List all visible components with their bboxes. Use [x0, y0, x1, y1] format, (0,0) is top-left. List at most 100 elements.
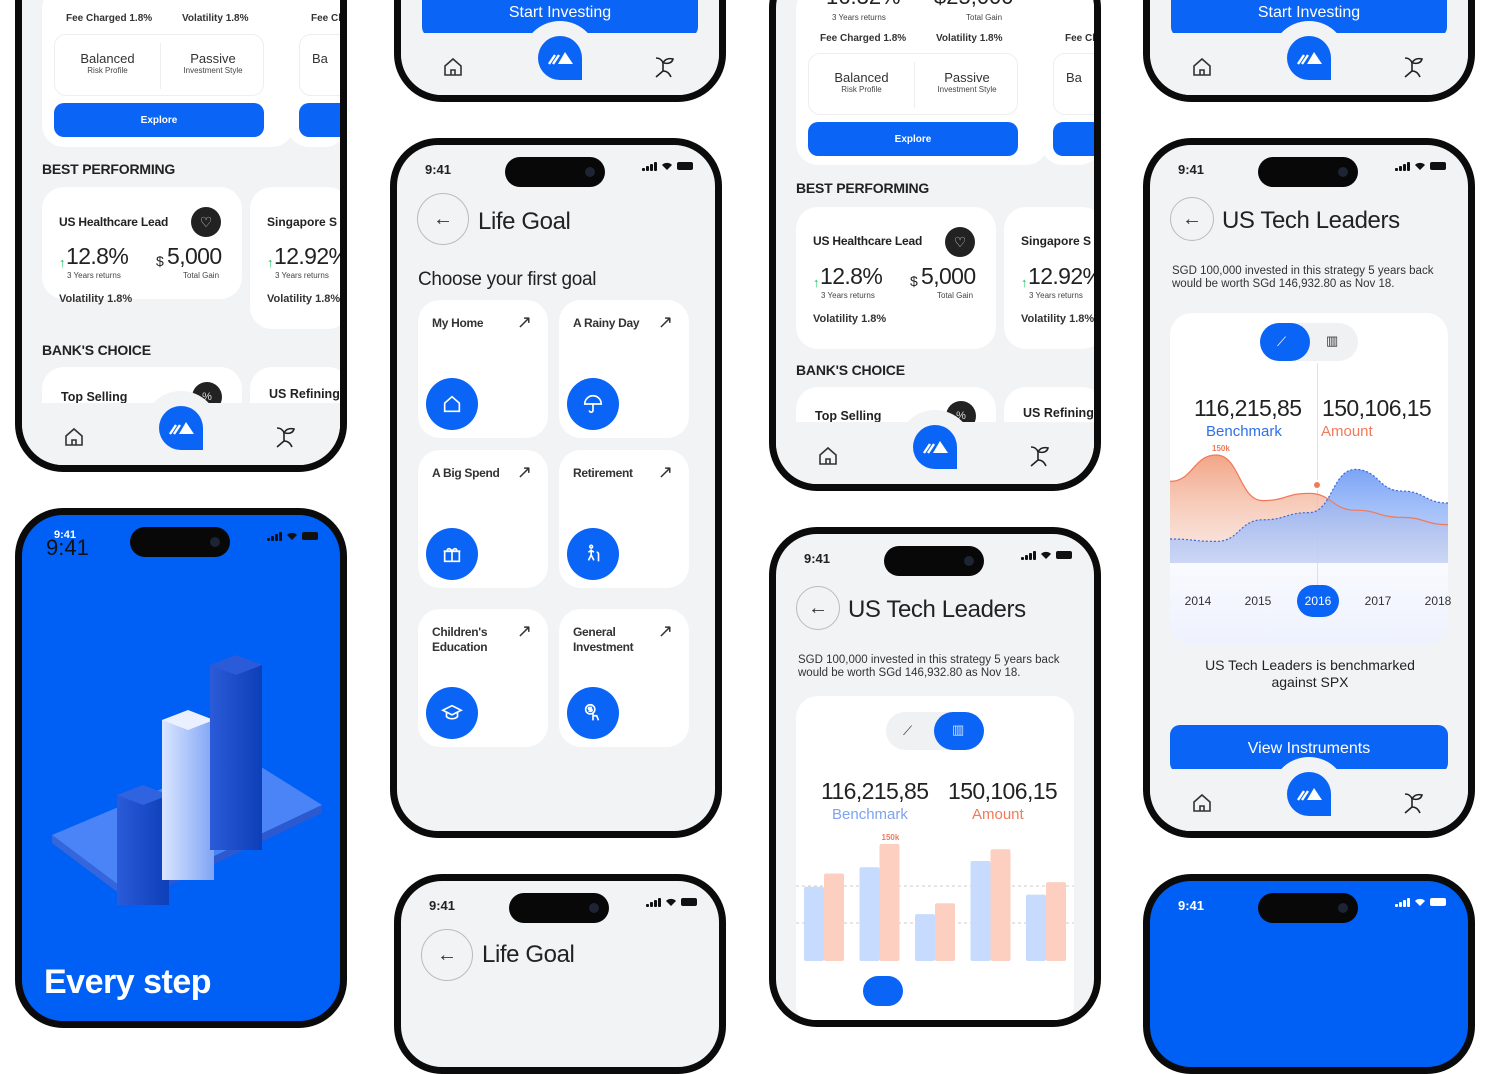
profile-box: Balanced Risk Profile Passive Investment…: [808, 53, 1018, 115]
selected-point[interactable]: [1312, 480, 1322, 490]
chart-type-toggle[interactable]: ⟋ ▥: [886, 712, 984, 750]
home-icon[interactable]: [441, 55, 465, 79]
status-bar: 9:41 9:41: [22, 515, 340, 561]
gift-icon: [426, 528, 478, 580]
status-bar: 9:41: [1150, 881, 1468, 927]
home-icon[interactable]: [62, 425, 86, 449]
plant-icon[interactable]: [651, 53, 679, 81]
bar-benchmark-2014[interactable]: [804, 886, 824, 961]
explore-button-next[interactable]: [1053, 122, 1094, 156]
selected-year-pill[interactable]: [863, 976, 903, 1006]
back-button[interactable]: ←: [796, 586, 840, 630]
returns-label: 3 Years returns: [67, 271, 121, 280]
phone-start-investing-1: Start Investing: [394, 0, 726, 102]
chart-type-toggle[interactable]: ⟋ ▥: [1260, 323, 1358, 361]
bar-amount-2018[interactable]: [1046, 882, 1066, 961]
peak-label: 150k: [882, 833, 900, 842]
goal-card-retirement[interactable]: Retirement ↗: [559, 450, 689, 588]
heart-icon[interactable]: ♡: [191, 207, 221, 237]
goal-card-rainy-day[interactable]: A Rainy Day ↗: [559, 300, 689, 438]
bar-chart-icon[interactable]: ▥: [952, 722, 964, 738]
plant-icon[interactable]: [1400, 53, 1428, 81]
dynamic-island: [1258, 893, 1358, 923]
line-chart-icon[interactable]: ⟋: [903, 723, 912, 739]
up-arrow-icon: ↑: [1021, 275, 1028, 290]
volatility: Volatility 1.8%: [936, 33, 1003, 44]
dynamic-island: [505, 157, 605, 187]
dynamic-island: [509, 893, 609, 923]
mountain-logo-icon[interactable]: [1286, 771, 1332, 817]
fund-card[interactable]: US Healthcare Lead ♡ ↑ 12.8% 3 Years ret…: [796, 207, 996, 349]
amount-label: Amount: [972, 806, 1024, 823]
signal-icon: [646, 897, 661, 907]
explore-button-next[interactable]: [299, 103, 340, 137]
fund-card-next[interactable]: Singapore S ↑ 12.92% 3 Years returns Vol…: [1004, 207, 1094, 349]
home-icon[interactable]: [1190, 55, 1214, 79]
home-icon[interactable]: [816, 444, 840, 468]
dynamic-island: [884, 546, 984, 576]
plant-icon[interactable]: [1026, 442, 1054, 470]
goal-card-general-investment[interactable]: General Investment ↗: [559, 609, 689, 747]
fund-card[interactable]: US Healthcare Lead ♡ ↑ 12.8% 3 Years ret…: [42, 187, 242, 305]
year-2014[interactable]: 2014: [1177, 585, 1219, 617]
bar-chart-icon[interactable]: ▥: [1326, 333, 1338, 349]
goal-card-big-spend[interactable]: A Big Spend ↗: [418, 450, 548, 588]
heart-icon[interactable]: ♡: [945, 227, 975, 257]
bar-amount-2016[interactable]: [935, 903, 955, 961]
battery-icon: [1056, 551, 1072, 559]
year-2015[interactable]: 2015: [1237, 585, 1279, 617]
home-icon[interactable]: [1190, 791, 1214, 815]
mountain-logo-icon[interactable]: [537, 35, 583, 81]
year-2017[interactable]: 2017: [1357, 585, 1399, 617]
goal-card-childrens-education[interactable]: Children's Education ↗: [418, 609, 548, 747]
back-button[interactable]: ←: [417, 193, 469, 245]
bar-amount-2017[interactable]: [990, 849, 1011, 961]
fund-card-next[interactable]: Singapore S ↑ 12.92% 3 Years returns Vol…: [250, 187, 340, 329]
back-button[interactable]: ←: [421, 929, 473, 981]
arrow-up-right-icon: ↗: [657, 462, 673, 482]
fund-name: US Healthcare Lead: [59, 215, 169, 229]
wifi-icon: [287, 532, 297, 540]
amount-value: 150,106,15: [948, 778, 1058, 804]
arrow-up-right-icon: ↗: [657, 312, 673, 332]
bar-amount-2015[interactable]: [879, 843, 900, 961]
plant-icon[interactable]: [1400, 789, 1428, 817]
risk-value: Balanced: [80, 51, 135, 66]
best-performing-heading: BEST PERFORMING: [42, 161, 176, 177]
explore-button[interactable]: Explore: [54, 103, 264, 137]
arrow-up-right-icon: ↗: [657, 621, 673, 641]
risk-label: Risk Profile: [87, 66, 128, 75]
goal-card-my-home[interactable]: My Home ↗: [418, 300, 548, 438]
profile-box: Balanced Risk Profile Passive Investment…: [54, 34, 264, 96]
elderly-walking-icon: [567, 528, 619, 580]
up-arrow-icon: ↑: [813, 275, 820, 290]
battery-icon: [677, 162, 693, 170]
back-button[interactable]: ←: [1170, 197, 1214, 241]
year-2016[interactable]: 2016: [1297, 585, 1339, 617]
year-selector: 2014 2015 2016 2017 2018: [1170, 585, 1451, 617]
phone-life-goal: 9:41 ← Life Goal Choose your first goal …: [390, 138, 722, 838]
gain-currency: $: [156, 253, 164, 269]
mountain-logo-icon[interactable]: [912, 424, 958, 470]
signal-icon: [642, 161, 657, 171]
mountain-logo-icon[interactable]: [158, 405, 204, 451]
year-2018[interactable]: 2018: [1417, 585, 1459, 617]
strategy-card-next: Fee Ch Ba: [287, 0, 340, 147]
bar-benchmark-2017[interactable]: [970, 861, 991, 961]
bar-chart: 150k: [796, 833, 1074, 1006]
mountain-logo-icon[interactable]: [1286, 35, 1332, 81]
status-bar: 9:41: [1150, 145, 1468, 191]
bar-amount-2014[interactable]: [824, 873, 844, 962]
plant-icon[interactable]: [272, 423, 300, 451]
bar-benchmark-2018[interactable]: [1026, 894, 1046, 961]
explore-button[interactable]: Explore: [808, 122, 1018, 156]
battery-icon: [302, 532, 318, 540]
bar-benchmark-2015[interactable]: [859, 867, 880, 961]
line-chart-icon[interactable]: ⟋: [1277, 334, 1286, 350]
dollar-hand-icon: [567, 687, 619, 739]
bar-benchmark-2016[interactable]: [915, 914, 935, 961]
phone-tech-bar: 9:41 ← US Tech Leaders SGD 100,000 inves…: [769, 527, 1101, 1027]
dynamic-island: [1258, 157, 1358, 187]
wifi-icon: [662, 162, 672, 170]
area-chart: 150k: [1170, 444, 1448, 563]
